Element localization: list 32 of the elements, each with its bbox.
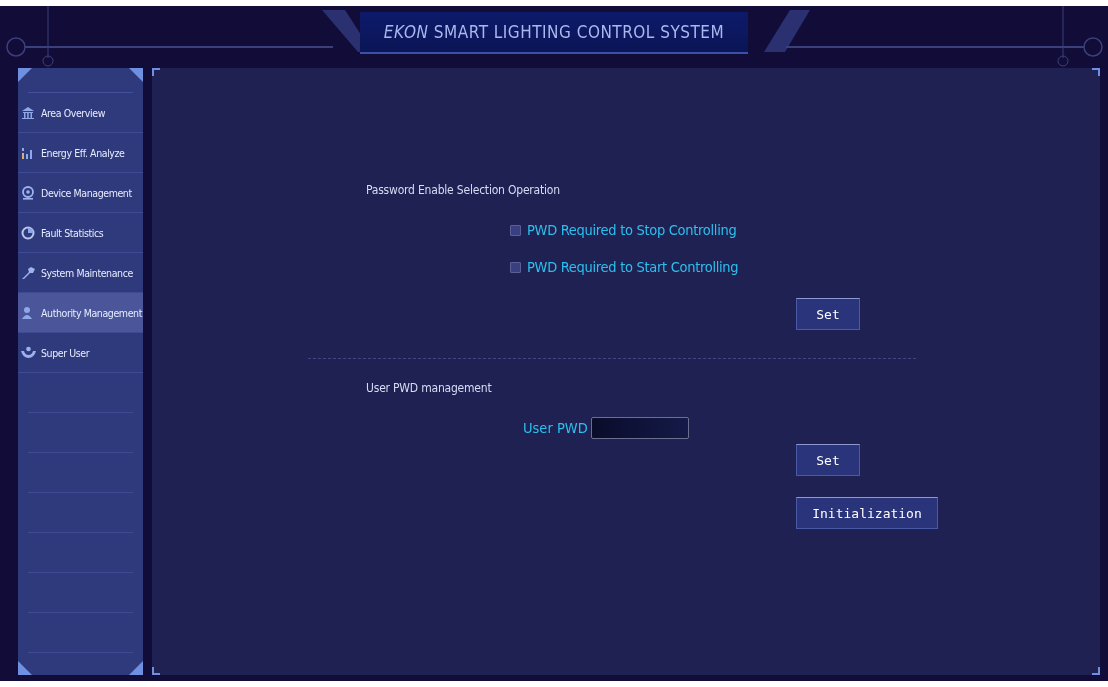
corner-icon [18,661,32,675]
home-icon [21,106,35,119]
hands-icon [20,346,36,359]
corner-icon [129,68,143,82]
section-heading: User PWD management [366,381,493,395]
checkbox[interactable] [510,261,521,273]
initialization-button[interactable]: Initialization [796,497,938,529]
set-button[interactable]: Set [796,298,860,330]
field-label: User PWD [523,420,588,436]
corner-icon [129,661,143,675]
sidebar-item[interactable]: Area Overview [18,93,143,133]
checkbox[interactable] [510,224,521,236]
user-icon [22,305,34,320]
checkbox-label: PWD Required to Start Controlling [527,259,739,275]
set-button[interactable]: Set [796,444,860,476]
sidebar-item[interactable]: Energy Eff. Analyze [18,133,143,173]
sidebar-item[interactable]: Authority Management [18,293,143,333]
sidebar-item[interactable]: Device Management [18,173,143,213]
corner-icon [152,667,160,675]
corner-icon [18,68,32,82]
password-field[interactable] [590,417,689,439]
bar-chart-icon [21,146,35,159]
sidebar-item[interactable]: Fault Statistics [18,213,143,253]
sidebar-item[interactable]: Super User [18,333,143,373]
pie-icon [21,225,35,240]
corner-icon [1092,667,1100,675]
corner-icon [1092,68,1100,76]
corner-icon [152,68,160,76]
camera-icon [21,185,35,200]
section-heading: Password Enable Selection Operation [366,183,561,197]
checkbox-label: PWD Required to Stop Controlling [527,222,737,238]
window-title: EKON SMART LIGHTING CONTROL SYSTEM [383,22,725,42]
